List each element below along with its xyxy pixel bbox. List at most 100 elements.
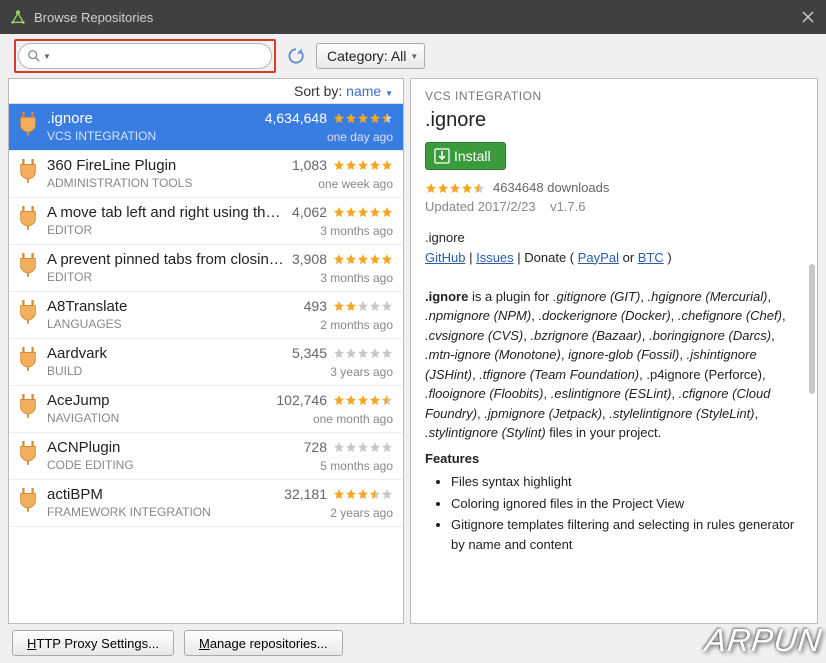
plugin-downloads: 4,634,648 xyxy=(265,110,327,126)
install-label: Install xyxy=(454,148,491,164)
plugin-row[interactable]: 360 FireLine Plugin ADMINISTRATION TOOLS 1… xyxy=(9,151,403,198)
plugin-icon xyxy=(17,157,39,183)
detail-meta: 4634648 downloads xyxy=(425,180,803,195)
btc-link[interactable]: BTC xyxy=(638,250,664,265)
plugin-row[interactable]: A8Translate LANGUAGES 493 2 months ago xyxy=(9,292,403,339)
plugin-name: 360 FireLine Plugin xyxy=(47,157,284,174)
plugin-rating-stars xyxy=(333,300,393,312)
http-proxy-button[interactable]: HTTP Proxy Settings... xyxy=(12,630,174,656)
detail-panel: VCS INTEGRATION .ignore Install 4634648 … xyxy=(410,78,818,624)
search-box[interactable]: ▼ xyxy=(18,43,272,69)
plugin-updated: 3 months ago xyxy=(292,224,393,238)
download-icon xyxy=(434,148,450,164)
plugin-list-panel: Sort by: name ▼ .ignoreVCS INTEGRATION4,… xyxy=(8,78,404,624)
detail-category: VCS INTEGRATION xyxy=(425,89,803,103)
plugin-name: actiBPM xyxy=(47,486,276,503)
plugin-rating-stars xyxy=(333,488,393,500)
search-dropdown-icon[interactable]: ▼ xyxy=(43,52,51,61)
plugin-row[interactable]: A prevent pinned tabs from closing plugi… xyxy=(9,245,403,292)
search-input[interactable] xyxy=(55,49,263,64)
plugin-name: A8Translate xyxy=(47,298,296,315)
search-highlight: ▼ xyxy=(14,39,276,73)
plugin-icon xyxy=(17,345,39,371)
plugin-updated: one month ago xyxy=(276,412,393,426)
plugin-rating-stars xyxy=(333,347,393,359)
main-content: Sort by: name ▼ .ignore VCS INTEGRATION 4,… xyxy=(0,78,826,624)
plugin-category: BUILD xyxy=(47,364,284,378)
category-dropdown[interactable]: Category: All ▼ xyxy=(316,43,425,69)
scrollbar-thumb[interactable] xyxy=(809,264,815,394)
plugin-icon xyxy=(17,486,39,512)
app-icon xyxy=(10,9,26,25)
feature-item: Files syntax highlight xyxy=(451,472,803,492)
github-link[interactable]: GitHub xyxy=(425,250,465,265)
detail-description: .ignore is a plugin for .gitignore (GIT)… xyxy=(425,287,803,443)
sort-label: Sort by: xyxy=(294,83,342,99)
detail-name: .ignore xyxy=(425,109,803,132)
detail-updated: Updated 2017/2/23 v1.7.6 xyxy=(425,199,803,214)
search-icon xyxy=(27,49,41,63)
install-button[interactable]: Install xyxy=(425,142,506,170)
plugin-rating-stars xyxy=(333,441,393,453)
sort-control[interactable]: Sort by: name ▼ xyxy=(9,79,403,104)
plugin-row[interactable]: ACNPluginCODE EDITING7285 months ago xyxy=(9,433,403,480)
feature-item: Gitignore templates filtering and select… xyxy=(451,515,803,554)
plugin-name: ACNPlugin xyxy=(47,439,296,456)
chevron-down-icon: ▼ xyxy=(410,52,418,61)
plugin-updated: 5 months ago xyxy=(304,459,393,473)
plugin-icon xyxy=(17,298,39,324)
plugin-icon xyxy=(17,392,39,418)
plugin-name: AceJump xyxy=(47,392,268,409)
plugin-category: EDITOR xyxy=(47,223,284,237)
body-name: .ignore xyxy=(425,228,803,248)
plugin-category: VCS INTEGRATION xyxy=(47,129,257,143)
refresh-button[interactable] xyxy=(286,46,306,66)
plugin-category: FRAMEWORK INTEGRATION xyxy=(47,505,276,519)
plugin-downloads: 493 xyxy=(304,298,327,314)
features-list: Files syntax highlightColoring ignored f… xyxy=(451,472,803,554)
plugin-icon xyxy=(17,439,39,465)
plugin-rating-stars xyxy=(333,253,393,265)
toolbar: ▼ Category: All ▼ xyxy=(0,34,826,78)
plugin-icon xyxy=(17,251,39,277)
plugin-downloads: 102,746 xyxy=(276,392,327,408)
plugin-name: A prevent pinned tabs from closing plugi… xyxy=(47,251,284,268)
plugin-rating-stars xyxy=(333,394,393,406)
category-label: Category: All xyxy=(327,48,406,64)
plugin-list: .ignoreVCS INTEGRATION4,634,648one day a… xyxy=(9,104,403,623)
plugin-downloads: 3,908 xyxy=(292,251,327,267)
plugin-updated: one week ago xyxy=(292,177,393,191)
feature-item: Coloring ignored files in the Project Vi… xyxy=(451,494,803,514)
manage-repositories-button[interactable]: Manage repositories... xyxy=(184,630,343,656)
plugin-updated: 2 months ago xyxy=(304,318,393,332)
issues-link[interactable]: Issues xyxy=(476,250,514,265)
plugin-category: CODE EDITING xyxy=(47,458,296,472)
plugin-downloads: 4,062 xyxy=(292,204,327,220)
plugin-category: NAVIGATION xyxy=(47,411,268,425)
plugin-rating-stars xyxy=(333,112,393,124)
sort-value: name xyxy=(346,83,381,99)
plugin-row[interactable]: actiBPM FRAMEWORK INTEGRATION 32,181 2 year… xyxy=(9,480,403,527)
plugin-downloads: 1,083 xyxy=(292,157,327,173)
plugin-category: LANGUAGES xyxy=(47,317,296,331)
plugin-downloads: 32,181 xyxy=(284,486,327,502)
close-button[interactable] xyxy=(800,9,816,25)
plugin-row[interactable]: A move tab left and right using the keyb… xyxy=(9,198,403,245)
plugin-row[interactable]: .ignoreVCS INTEGRATION4,634,648one day a… xyxy=(9,104,403,151)
plugin-category: ADMINISTRATION TOOLS xyxy=(47,176,284,190)
plugin-rating-stars xyxy=(333,159,393,171)
plugin-row[interactable]: AceJump NAVIGATION 102,746 one month ago xyxy=(9,386,403,433)
plugin-icon xyxy=(17,110,39,136)
plugin-updated: one day ago xyxy=(265,130,393,144)
window-title: Browse Repositories xyxy=(34,10,800,25)
paypal-link[interactable]: PayPal xyxy=(578,250,619,265)
plugin-updated: 3 months ago xyxy=(292,271,393,285)
chevron-down-icon: ▼ xyxy=(385,89,393,98)
titlebar: Browse Repositories xyxy=(0,0,826,34)
plugin-name: A move tab left and right using the keyb… xyxy=(47,204,284,221)
plugin-updated: 2 years ago xyxy=(284,506,393,520)
plugin-row[interactable]: AardvarkBUILD5,3453 years ago xyxy=(9,339,403,386)
detail-downloads: 4634648 downloads xyxy=(493,180,609,195)
plugin-rating-stars xyxy=(333,206,393,218)
plugin-category: EDITOR xyxy=(47,270,284,284)
